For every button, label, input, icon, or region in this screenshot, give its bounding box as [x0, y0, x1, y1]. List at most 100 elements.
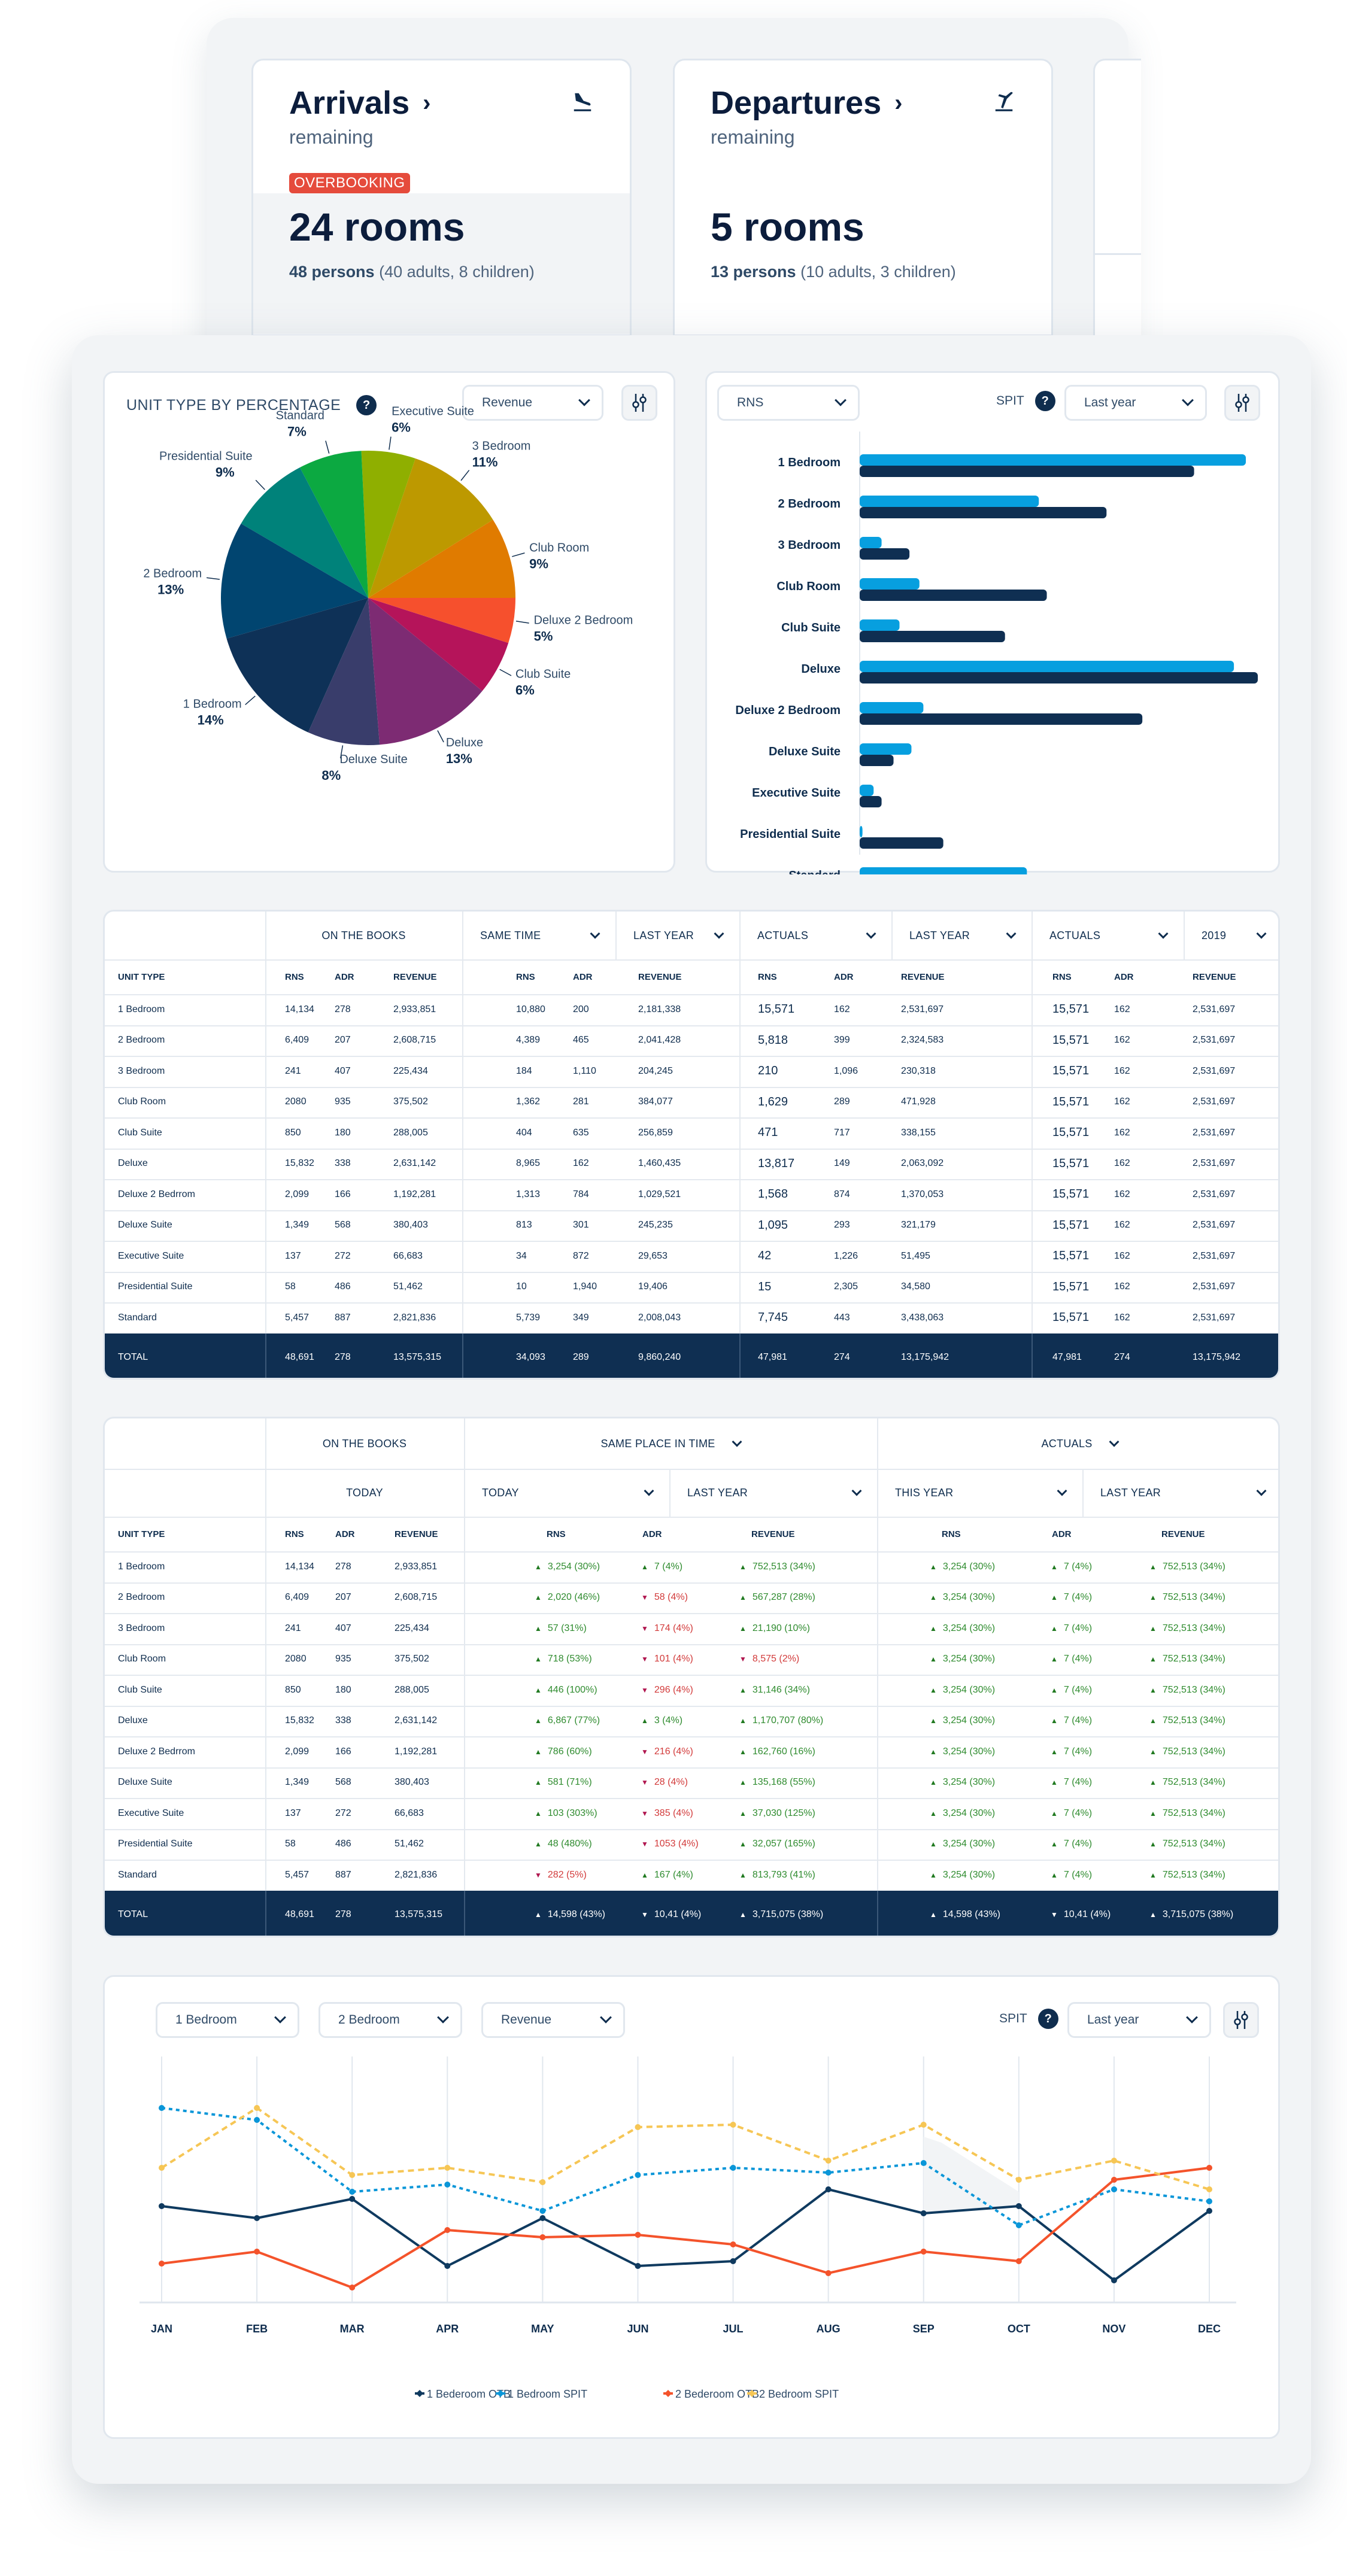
table-cell: 274 — [1114, 1351, 1130, 1362]
data-point[interactable] — [1015, 2177, 1022, 2183]
group-same-time-select[interactable]: SAME TIME — [462, 912, 615, 959]
departures-card[interactable]: Departures › remaining 5 rooms 13 person… — [673, 59, 1053, 370]
data-point[interactable] — [730, 2165, 736, 2171]
data-point[interactable] — [635, 2124, 641, 2130]
subgroup-today-select[interactable]: TODAY — [464, 1469, 669, 1517]
data-point[interactable] — [1206, 2208, 1212, 2214]
bar[interactable] — [860, 713, 1143, 725]
data-point[interactable] — [1111, 2277, 1117, 2283]
legend-item[interactable]: 2 Bederoom OTB — [663, 2388, 759, 2400]
data-point[interactable] — [159, 2261, 165, 2267]
data-point[interactable] — [825, 2186, 832, 2192]
bar[interactable] — [860, 454, 1246, 466]
bar[interactable] — [860, 826, 863, 837]
unit-type-cell: Presidential Suite — [118, 1839, 193, 1849]
bar[interactable] — [860, 537, 882, 548]
bar[interactable] — [860, 837, 943, 849]
bar[interactable] — [860, 631, 1005, 642]
bar[interactable] — [860, 590, 1047, 601]
data-point[interactable] — [444, 2263, 451, 2269]
data-point[interactable] — [730, 2241, 736, 2247]
bar[interactable] — [860, 661, 1234, 672]
data-point[interactable] — [825, 2158, 832, 2164]
group-actuals-select[interactable]: ACTUALS — [1032, 912, 1184, 959]
delta-up-cell: 813,793 (41%) — [739, 1860, 883, 1891]
bar[interactable] — [860, 496, 1039, 507]
data-point[interactable] — [1111, 2177, 1117, 2183]
bar[interactable] — [860, 672, 1258, 684]
bar[interactable] — [860, 548, 910, 560]
bar[interactable] — [860, 743, 912, 755]
group-last-year-select[interactable]: LAST YEAR — [891, 912, 1032, 959]
column-header: REVENUE — [393, 971, 437, 982]
data-point[interactable] — [349, 2172, 356, 2178]
data-point[interactable] — [920, 2210, 927, 2216]
data-point[interactable] — [1015, 2203, 1022, 2209]
bar[interactable] — [860, 796, 882, 807]
data-point[interactable] — [635, 2172, 641, 2178]
data-point[interactable] — [254, 2249, 260, 2255]
delta-up-cell: 567,287 (28%) — [739, 1582, 883, 1614]
group-same-place-select[interactable]: SAME PLACE IN TIME — [464, 1418, 877, 1469]
plane-takeoff-icon — [995, 92, 1013, 111]
group-actuals-select[interactable]: ACTUALS — [739, 912, 891, 959]
arrivals-title[interactable]: Arrivals › — [289, 84, 430, 121]
data-point[interactable] — [1015, 2258, 1022, 2264]
bar[interactable] — [860, 755, 894, 766]
data-point[interactable] — [1206, 2198, 1212, 2204]
bar[interactable] — [860, 785, 874, 796]
bar[interactable] — [860, 507, 1107, 518]
data-point[interactable] — [730, 2122, 736, 2128]
data-point[interactable] — [159, 2203, 165, 2209]
delta-up-cell: 31,146 (34%) — [739, 1675, 883, 1706]
bar[interactable] — [860, 578, 920, 590]
departures-title[interactable]: Departures › — [711, 84, 902, 121]
data-point[interactable] — [1206, 2165, 1212, 2171]
subgroup-this-year-select[interactable]: THIS YEAR — [877, 1469, 1082, 1517]
data-point[interactable] — [159, 2165, 165, 2171]
x-tick-label: MAR — [340, 2323, 365, 2335]
legend-item[interactable]: 2 Bedroom SPIT — [747, 2388, 839, 2400]
data-point[interactable] — [444, 2182, 451, 2188]
arrivals-card[interactable]: Arrivals › remaining OVERBOOKING 24 room… — [251, 59, 632, 370]
data-point[interactable] — [159, 2105, 165, 2111]
bar[interactable] — [860, 619, 900, 631]
data-point[interactable] — [635, 2263, 641, 2269]
group-year-select[interactable]: 2019 — [1184, 912, 1278, 959]
data-point[interactable] — [444, 2227, 451, 2233]
table-cell: 230,318 — [901, 1065, 936, 1076]
data-point[interactable] — [539, 2208, 546, 2214]
data-point[interactable] — [254, 2215, 260, 2221]
group-last-year-select[interactable]: LAST YEAR — [615, 912, 739, 959]
data-point[interactable] — [1111, 2158, 1117, 2164]
data-point[interactable] — [539, 2234, 546, 2240]
bar[interactable] — [860, 867, 1027, 874]
legend-item[interactable]: 1 Bedroom SPIT — [496, 2388, 587, 2400]
data-point[interactable] — [254, 2105, 260, 2111]
data-point[interactable] — [539, 2215, 546, 2221]
unit-type-cell: 1 Bedroom — [118, 1004, 165, 1014]
data-point[interactable] — [1206, 2186, 1212, 2192]
data-point[interactable] — [539, 2179, 546, 2185]
legend-label: 2 Bederoom OTB — [675, 2388, 759, 2400]
data-point[interactable] — [254, 2117, 260, 2123]
data-point[interactable] — [920, 2122, 927, 2128]
data-point[interactable] — [730, 2258, 736, 2264]
group-actuals-select[interactable]: ACTUALS — [877, 1418, 1278, 1469]
bar[interactable] — [860, 466, 1194, 477]
data-point[interactable] — [1111, 2186, 1117, 2192]
data-point[interactable] — [920, 2249, 927, 2255]
column-header: UNIT TYPE — [118, 1529, 165, 1539]
data-point[interactable] — [920, 2160, 927, 2166]
data-point[interactable] — [825, 2170, 832, 2176]
subgroup-last-year-select[interactable]: LAST YEAR — [1082, 1469, 1278, 1517]
data-point[interactable] — [1015, 2222, 1022, 2228]
bar[interactable] — [860, 702, 924, 713]
data-point[interactable] — [349, 2189, 356, 2195]
data-point[interactable] — [349, 2285, 356, 2291]
data-point[interactable] — [825, 2270, 832, 2276]
data-point[interactable] — [444, 2165, 451, 2171]
data-point[interactable] — [349, 2196, 356, 2202]
data-point[interactable] — [635, 2232, 641, 2238]
subgroup-last-year-select[interactable]: LAST YEAR — [669, 1469, 877, 1517]
